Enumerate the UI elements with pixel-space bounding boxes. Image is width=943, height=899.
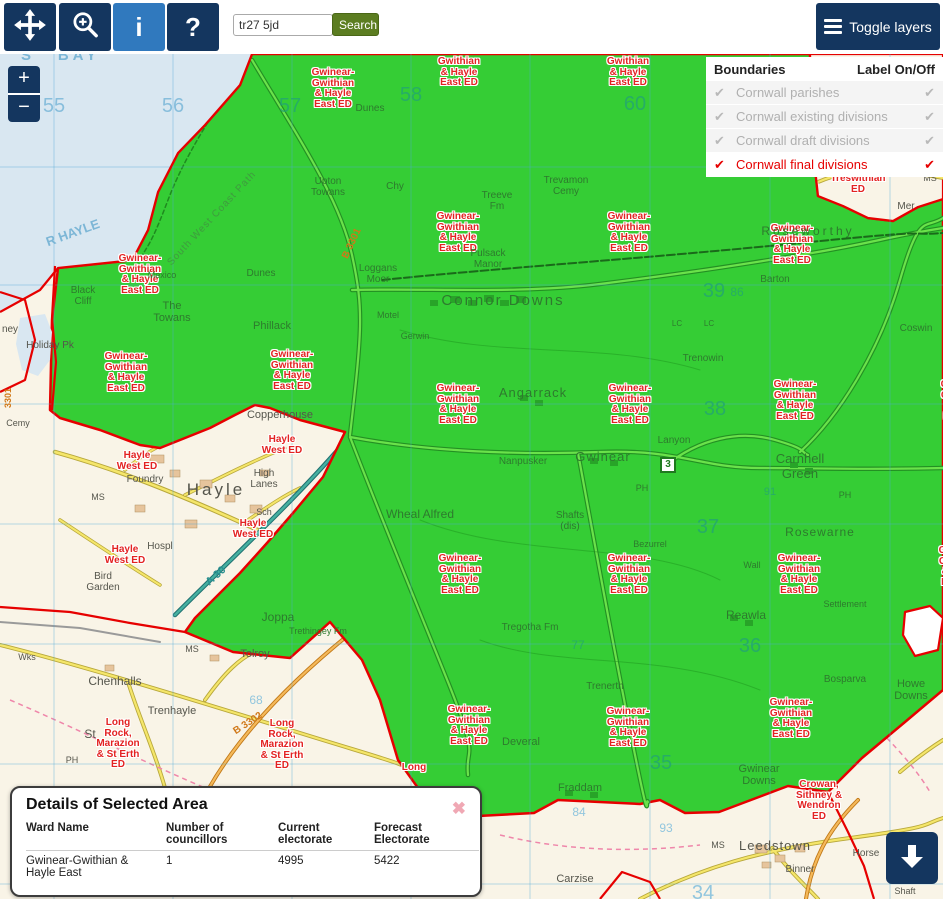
layer-label: Cornwall draft divisions xyxy=(730,133,919,148)
search-button[interactable]: Search xyxy=(332,13,379,36)
layer-label: Cornwall final divisions xyxy=(730,157,919,172)
zoom-out-button[interactable]: − xyxy=(8,95,40,122)
details-table: Ward Name Number of councillors Current … xyxy=(26,821,466,879)
layer-check-icon[interactable]: ✔ xyxy=(714,133,730,149)
search-input[interactable] xyxy=(233,14,333,36)
download-button[interactable] xyxy=(886,832,938,884)
zoom-tool-button[interactable] xyxy=(59,3,111,51)
map-zoom-controls: + − xyxy=(8,66,40,122)
info-tool-button[interactable]: i xyxy=(113,3,165,51)
label-toggle-check-icon[interactable]: ✔ xyxy=(919,85,935,101)
col-num-councillors: Number of councillors xyxy=(166,821,278,851)
layer-row-cornwall-existing-divisions[interactable]: ✔ Cornwall existing divisions ✔ xyxy=(706,105,943,129)
layer-check-icon[interactable]: ✔ xyxy=(714,157,730,173)
layer-label: Cornwall existing divisions xyxy=(730,109,919,124)
layer-row-cornwall-parishes[interactable]: ✔ Cornwall parishes ✔ xyxy=(706,81,943,105)
label-toggle-check-icon[interactable]: ✔ xyxy=(919,157,935,173)
col-current-electorate: Current electorate xyxy=(278,821,374,851)
layer-check-icon[interactable]: ✔ xyxy=(714,109,730,125)
layers-panel: Boundaries Label On/Off ✔ Cornwall paris… xyxy=(706,57,943,177)
hamburger-icon xyxy=(824,16,842,37)
toggle-layers-button[interactable]: Toggle layers xyxy=(816,3,940,50)
toggle-layers-label: Toggle layers xyxy=(849,19,932,35)
col-ward-name: Ward Name xyxy=(26,821,166,851)
layers-panel-title: Boundaries xyxy=(714,62,786,77)
layer-row-cornwall-final-divisions[interactable]: ✔ Cornwall final divisions ✔ xyxy=(706,153,943,177)
move-arrows-icon xyxy=(13,8,47,47)
close-icon[interactable]: ✖ xyxy=(452,800,466,817)
magnifier-plus-icon xyxy=(69,9,101,46)
layer-label: Cornwall parishes xyxy=(730,85,919,100)
boundary-map-app: Gwinear- Gwithian & Hayle East EDGwithia… xyxy=(0,0,943,899)
info-icon: i xyxy=(135,14,142,40)
down-arrow-icon xyxy=(897,841,927,876)
label-onoff-header: Label On/Off xyxy=(857,62,935,77)
help-button[interactable]: ? xyxy=(167,3,219,51)
details-panel-title: Details of Selected Area xyxy=(26,796,466,814)
layer-check-icon[interactable]: ✔ xyxy=(714,85,730,101)
label-toggle-check-icon[interactable]: ✔ xyxy=(919,109,935,125)
top-toolbar: i ? Search Toggle layers xyxy=(0,0,943,54)
layers-panel-header: Boundaries Label On/Off xyxy=(706,57,943,81)
label-toggle-check-icon[interactable]: ✔ xyxy=(919,133,935,149)
pan-button[interactable] xyxy=(4,3,56,51)
current-electorate-value: 4995 xyxy=(278,851,374,879)
question-icon: ? xyxy=(185,14,201,40)
zoom-in-button[interactable]: + xyxy=(8,66,40,95)
col-forecast-electorate: Forecast Electorate xyxy=(374,821,479,851)
forecast-electorate-value: 5422 xyxy=(374,851,479,879)
num-councillors-value: 1 xyxy=(166,851,278,879)
layer-row-cornwall-draft-divisions[interactable]: ✔ Cornwall draft divisions ✔ xyxy=(706,129,943,153)
ward-name-value: Gwinear-Gwithian & Hayle East xyxy=(26,851,166,879)
details-panel: ✖ Details of Selected Area Ward Name Num… xyxy=(10,786,482,897)
